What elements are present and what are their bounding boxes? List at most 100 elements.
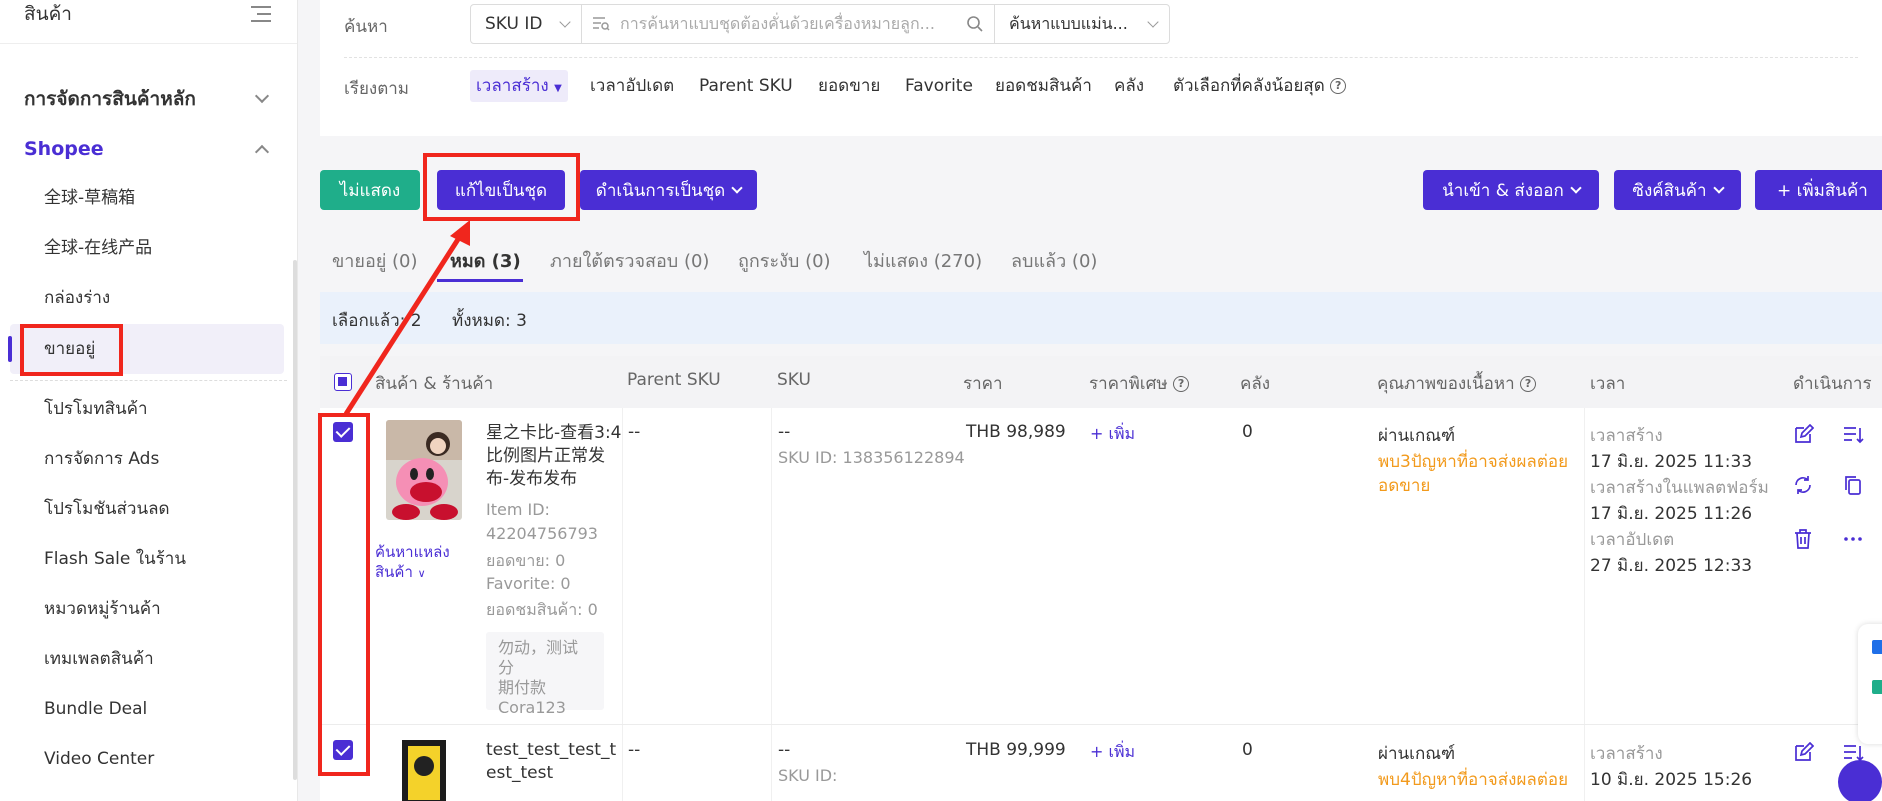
quality-warning[interactable]: อดขาย — [1378, 472, 1430, 499]
sidebar-item-global-online[interactable]: 全球-在线产品 — [44, 233, 152, 263]
tab-sold-out[interactable]: หมด (3) — [450, 246, 521, 275]
column-divider — [1584, 408, 1585, 801]
sidebar-item-template[interactable]: เทมเพลตสินค้า — [44, 644, 154, 674]
sidebar-item-bundle-deal[interactable]: Bundle Deal — [44, 694, 147, 724]
delete-icon[interactable] — [1792, 528, 1814, 550]
help-icon[interactable]: ? — [1330, 78, 1347, 94]
sort-updated-time[interactable]: เวลาอัปเดต — [590, 70, 674, 102]
sort-views[interactable]: ยอดชมสินค้า — [995, 70, 1092, 102]
batch-action-button[interactable]: ดำเนินการเป็นชุด — [580, 170, 757, 210]
help-icon[interactable]: ? — [1520, 376, 1537, 392]
sync-products-button[interactable]: ซิงค์สินค้า — [1614, 170, 1741, 210]
batch-list-icon — [593, 17, 610, 31]
sidebar-item-drafts[interactable]: กล่องร่าง — [44, 283, 110, 313]
product-title-line[interactable]: 比例图片正常发 — [486, 441, 605, 466]
collapse-sidebar-icon[interactable] — [251, 5, 271, 22]
sidebar-item-video-center[interactable]: Video Center — [44, 744, 154, 774]
search-field-select[interactable]: SKU ID — [470, 4, 582, 44]
product-title-line[interactable]: 布-发布发布 — [486, 464, 577, 489]
price-value[interactable]: THB 98,989 — [966, 422, 1066, 442]
tab-selling[interactable]: ขายอยู่ (0) — [332, 246, 418, 275]
parent-sku-value: -- — [628, 422, 641, 442]
tab-banned[interactable]: ถูกระงับ (0) — [738, 246, 831, 275]
tab-deleted[interactable]: ลบแล้ว (0) — [1011, 246, 1097, 275]
batch-action-label: ดำเนินการเป็นชุด — [595, 180, 726, 201]
more-icon[interactable] — [1842, 528, 1864, 550]
add-special-price-link[interactable]: + เพิ่ม — [1090, 740, 1135, 765]
edit-icon[interactable] — [1792, 742, 1814, 764]
row-checkbox[interactable] — [333, 740, 353, 760]
sort-parent-sku[interactable]: Parent SKU — [699, 70, 793, 102]
quality-warning[interactable]: พบ4ปัญหาที่อาจส่งผลต่อย — [1378, 766, 1568, 793]
column-divider — [622, 408, 623, 801]
message-icon[interactable] — [1872, 640, 1882, 654]
sidebar-item-discount[interactable]: โปรโมชันส่วนลด — [44, 494, 170, 524]
sidebar-item-selling[interactable]: ขายอยู่ — [44, 334, 95, 364]
find-source-link[interactable]: สินค้า ∨ — [375, 560, 426, 584]
tab-under-review[interactable]: ภายใต้ตรวจสอบ (0) — [550, 246, 709, 275]
help-icon[interactable]: ? — [1173, 376, 1190, 392]
search-icon[interactable] — [966, 15, 984, 33]
search-placeholder: การค้นหาแบบชุดต้องคั่นด้วยเครื่องหมายลูก… — [620, 13, 935, 33]
sort-favorite[interactable]: Favorite — [905, 70, 973, 102]
search-input[interactable]: การค้นหาแบบชุดต้องคั่นด้วยเครื่องหมายลูก… — [581, 4, 995, 44]
chevron-down-icon — [1570, 182, 1582, 194]
stock-value[interactable]: 0 — [1242, 422, 1253, 442]
sidebar-item-global-drafts[interactable]: 全球-草稿箱 — [44, 183, 135, 213]
product-image — [386, 738, 462, 801]
add-special-price-link[interactable]: + เพิ่ม — [1090, 422, 1135, 447]
created-time-label: เวลาสร้าง — [1590, 744, 1663, 764]
sort-label: เรียงตาม — [344, 79, 409, 99]
sort-created-label: เวลาสร้าง — [476, 76, 549, 96]
row-divider — [320, 724, 1882, 725]
product-title-line[interactable]: 星之卡比-查看3:4 — [486, 418, 622, 443]
menu-section-main[interactable]: การจัดการสินค้าหลัก — [24, 84, 270, 114]
sort-sales[interactable]: ยอดขาย — [818, 70, 880, 102]
product-thumbnail[interactable] — [386, 420, 462, 520]
edit-icon[interactable] — [1792, 424, 1814, 446]
notebook-icon[interactable] — [1872, 680, 1882, 694]
row-checkbox[interactable] — [333, 422, 353, 442]
search-label: ค้นหา — [344, 17, 388, 37]
product-title-line[interactable]: est_test — [486, 763, 553, 783]
sync-icon[interactable] — [1792, 474, 1814, 496]
column-divider — [771, 408, 772, 801]
sidebar-title: สินค้า — [24, 2, 72, 25]
sidebar: สินค้า การจัดการสินค้าหลัก Shopee 全球-草稿箱… — [0, 0, 298, 801]
sidebar-item-ads[interactable]: การจัดการ Ads — [44, 444, 159, 474]
sidebar-item-flash-sale[interactable]: Flash Sale ในร้าน — [44, 544, 186, 574]
floating-tool-panel[interactable] — [1858, 624, 1882, 744]
sku-id: SKU ID: — [778, 766, 838, 785]
copy-icon[interactable] — [1842, 474, 1864, 496]
parent-sku-value: -- — [628, 740, 641, 760]
product-tag-line: 期付款 — [498, 678, 547, 697]
sidebar-item-shop-category[interactable]: หมวดหมู่ร้านค้า — [44, 594, 161, 624]
menu-section-main-label: การจัดการสินค้าหลัก — [24, 88, 196, 110]
sort-stock[interactable]: คลัง — [1114, 70, 1144, 102]
selected-count: เลือกแล้ว: 2 — [332, 311, 422, 331]
add-product-button[interactable]: + เพิ่มสินค้า — [1755, 170, 1882, 210]
chevron-down-icon — [254, 88, 270, 104]
product-title-line[interactable]: test_test_test_t — [486, 740, 616, 760]
stock-value[interactable]: 0 — [1242, 740, 1253, 760]
chat-icon[interactable] — [1838, 760, 1882, 801]
select-all-checkbox[interactable] — [334, 373, 352, 391]
hide-button[interactable]: ไม่แสดง — [320, 170, 420, 210]
chevron-down-icon — [731, 182, 743, 194]
created-time-label: เวลาสร้าง — [1590, 426, 1663, 446]
quality-warning[interactable]: พบ3ปัญหาที่อาจส่งผลต่อย — [1378, 448, 1568, 475]
sidebar-item-promote[interactable]: โปรโมทสินค้า — [44, 394, 148, 424]
import-export-button[interactable]: นำเข้า & ส่งออก — [1423, 170, 1599, 210]
menu-section-shopee[interactable]: Shopee — [24, 134, 270, 164]
sidebar-scrollbar[interactable] — [293, 260, 297, 780]
batch-edit-button[interactable]: แก้ไขเป็นชุด — [437, 170, 565, 210]
selection-info-bar: เลือกแล้ว: 2 ทั้งหมด: 3 — [320, 292, 1882, 344]
price-value[interactable]: THB 99,999 — [966, 740, 1066, 760]
tab-hidden[interactable]: ไม่แสดง (270) — [864, 246, 982, 275]
sort-lowest-stock-variation[interactable]: ตัวเลือกที่คลังน้อยสุด ? — [1173, 70, 1347, 102]
search-mode-select[interactable]: ค้นหาแบบแม่น... — [994, 4, 1170, 44]
product-thumbnail[interactable] — [386, 738, 462, 801]
sort-created-time[interactable]: เวลาสร้าง ▼ — [470, 70, 568, 102]
col-time: เวลา — [1590, 374, 1626, 394]
list-sort-icon[interactable] — [1842, 424, 1864, 446]
